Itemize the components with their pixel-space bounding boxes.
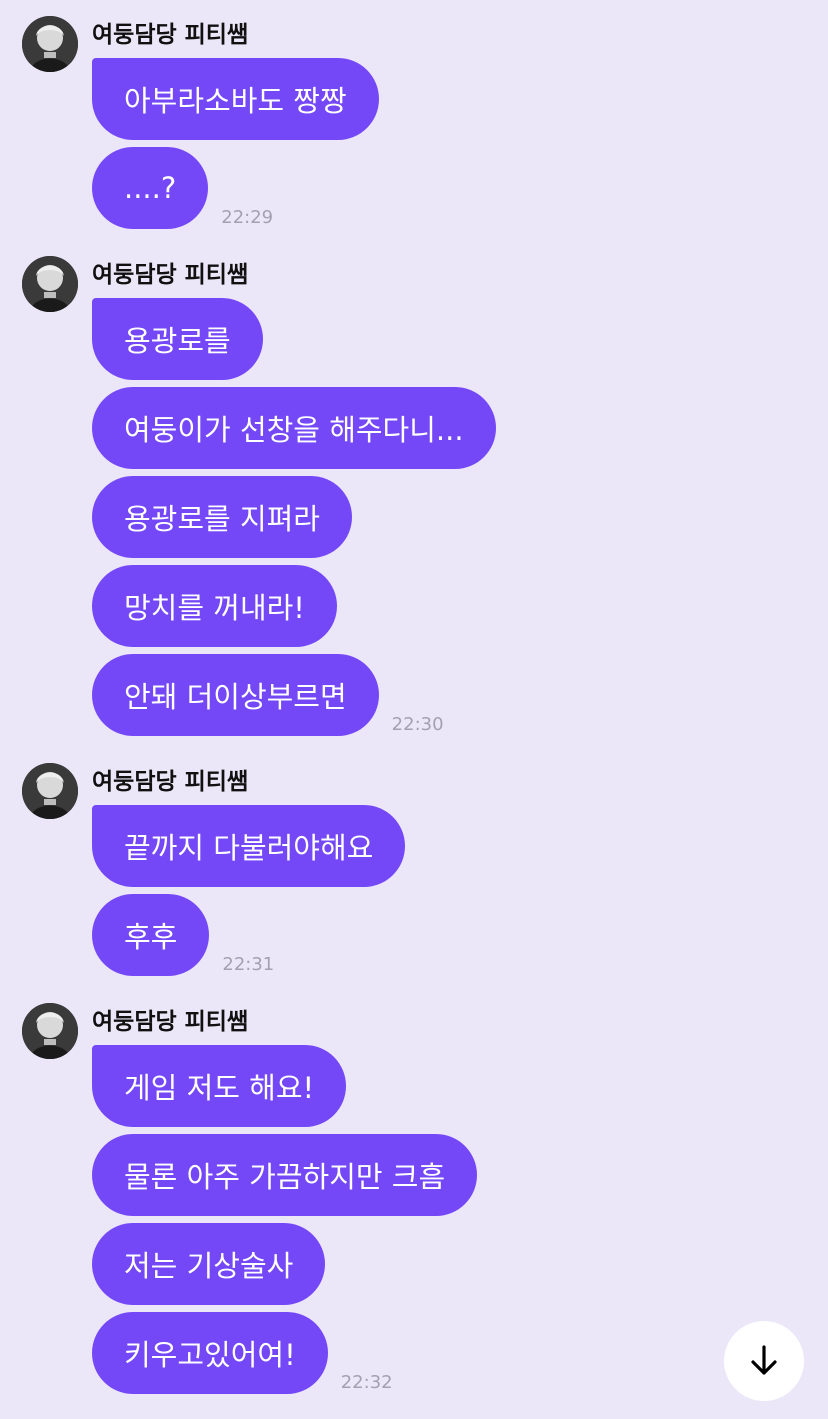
message-row: 아부라소바도 짱짱 — [92, 58, 828, 140]
message-bubble[interactable]: 안돼 더이상부르면 — [92, 654, 379, 736]
message-group: 여둥담당 피티쌤 용광로를 여둥이가 선창을 해주다니... 용광로를 지펴라 … — [0, 256, 828, 743]
message-group: 여둥담당 피티쌤 끝까지 다불러야해요 후후 22:31 — [0, 763, 828, 983]
sender-avatar[interactable] — [22, 763, 78, 819]
arrow-down-icon — [751, 1345, 777, 1375]
message-bubble[interactable]: 끝까지 다불러야해요 — [92, 805, 406, 887]
message-timestamp: 22:31 — [222, 954, 275, 975]
message-row: 저는 기상술사 — [92, 1223, 828, 1305]
sender-avatar[interactable] — [22, 16, 78, 72]
message-row: ....? 22:29 — [92, 147, 828, 229]
message-bubble[interactable]: ....? — [92, 147, 209, 229]
message-row: 용광로를 — [92, 298, 828, 380]
message-row: 게임 저도 해요! — [92, 1045, 828, 1127]
sender-avatar[interactable] — [22, 1003, 78, 1059]
message-bubble[interactable]: 저는 기상술사 — [92, 1223, 326, 1305]
scroll-to-bottom-button[interactable] — [724, 1321, 804, 1401]
message-bubble[interactable]: 망치를 꺼내라! — [92, 565, 337, 647]
message-bubble[interactable]: 후후 — [92, 894, 210, 976]
sender-avatar[interactable] — [22, 256, 78, 312]
message-row: 용광로를 지펴라 — [92, 476, 828, 558]
sender-name: 여둥담당 피티쌤 — [92, 1009, 249, 1035]
message-row: 키우고있어여! 22:32 — [92, 1312, 828, 1394]
message-row: 후후 22:31 — [92, 894, 828, 976]
message-timestamp: 22:30 — [391, 714, 444, 735]
message-row: 물론 아주 가끔하지만 크흠 — [92, 1134, 828, 1216]
chat-message-list[interactable]: 여둥담당 피티쌤 아부라소바도 짱짱 ....? 22:29 여둥담당 피티쌤 … — [0, 0, 828, 1419]
message-group: 여둥담당 피티쌤 아부라소바도 짱짱 ....? 22:29 — [0, 16, 828, 236]
message-bubble[interactable]: 게임 저도 해요! — [92, 1045, 347, 1127]
message-bubble[interactable]: 키우고있어여! — [92, 1312, 328, 1394]
message-bubble[interactable]: 물론 아주 가끔하지만 크흠 — [92, 1134, 478, 1216]
message-bubble[interactable]: 아부라소바도 짱짱 — [92, 58, 379, 140]
message-bubble[interactable]: 용광로를 지펴라 — [92, 476, 352, 558]
message-bubble[interactable]: 여둥이가 선창을 해주다니... — [92, 387, 496, 469]
message-timestamp: 22:32 — [340, 1372, 393, 1393]
sender-name: 여둥담당 피티쌤 — [92, 769, 249, 795]
message-row: 끝까지 다불러야해요 — [92, 805, 828, 887]
message-row: 여둥이가 선창을 해주다니... — [92, 387, 828, 469]
message-group: 여둥담당 피티쌤 게임 저도 해요! 물론 아주 가끔하지만 크흠 저는 기상술… — [0, 1003, 828, 1401]
message-row: 망치를 꺼내라! — [92, 565, 828, 647]
message-timestamp: 22:29 — [221, 207, 274, 228]
sender-name: 여둥담당 피티쌤 — [92, 262, 249, 288]
sender-name: 여둥담당 피티쌤 — [92, 22, 249, 48]
message-bubble[interactable]: 용광로를 — [92, 298, 263, 380]
message-row: 안돼 더이상부르면 22:30 — [92, 654, 828, 736]
